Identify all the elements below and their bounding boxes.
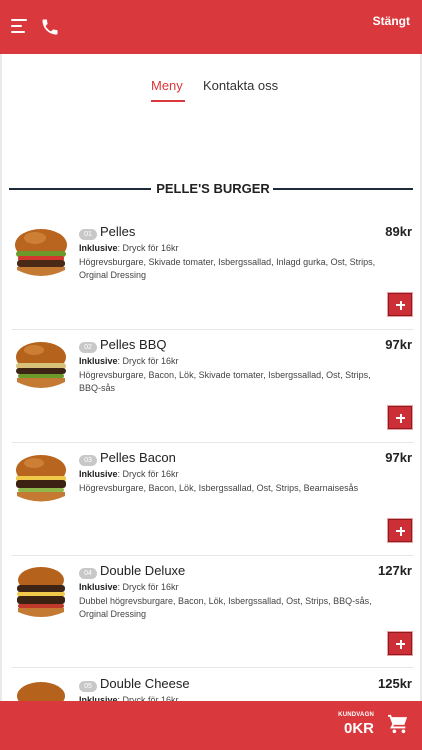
add-to-cart-button[interactable]	[388, 406, 412, 429]
item-price: 97kr	[385, 450, 412, 465]
item-name: Double Cheese	[100, 676, 190, 691]
add-to-cart-button[interactable]	[388, 293, 412, 316]
open-status: Stängt	[372, 14, 410, 28]
active-tab-indicator	[151, 100, 185, 102]
burger-image	[16, 455, 66, 502]
item-description: Högrevsburgare, Bacon, Lök, Skivade toma…	[79, 370, 371, 393]
item-number-badge: 01	[79, 229, 97, 240]
item-divider	[12, 442, 414, 443]
item-price: 97kr	[385, 337, 412, 352]
tab-kontakta-oss[interactable]: Kontakta oss	[203, 78, 278, 93]
item-number-badge: 05	[79, 681, 97, 692]
item-name: Double Deluxe	[100, 563, 186, 578]
cart-total: 0KR	[343, 720, 374, 737]
burger-image	[16, 342, 66, 388]
menu-item[interactable]: 03 Pelles Bacon 97kr Inklusive: Dryck fö…	[12, 444, 414, 557]
item-number-badge: 02	[79, 342, 97, 353]
menu-icon[interactable]	[11, 19, 27, 33]
item-inclusive: Inklusive: Dryck för 16kr	[79, 243, 179, 253]
section-title: PELLE'S BURGER	[156, 181, 270, 196]
app-frame: 01 Pelles 89kr Inklusive: Dryck för 16kr…	[0, 0, 422, 750]
menu-item[interactable]: 01 Pelles 89kr Inklusive: Dryck för 16kr…	[12, 218, 414, 331]
tab-bar: Meny Kontakta oss	[2, 78, 420, 104]
item-number-badge: 04	[79, 568, 97, 579]
cart-bar[interactable]: KUNDVAGN 0KR	[0, 701, 422, 750]
item-divider	[12, 555, 414, 556]
page-sheet: 01 Pelles 89kr Inklusive: Dryck för 16kr…	[2, 0, 420, 750]
cart-icon[interactable]	[387, 714, 409, 734]
add-to-cart-button[interactable]	[388, 519, 412, 542]
menu-item[interactable]: 04 Double Deluxe 127kr Inklusive: Dryck …	[12, 557, 414, 670]
item-description: Dubbel högrevsburgare, Bacon, Lök, Isber…	[79, 596, 372, 619]
cart-label: KUNDVAGN	[338, 712, 374, 718]
item-price: 125kr	[378, 676, 412, 691]
item-price: 89kr	[385, 224, 412, 239]
burger-image	[17, 567, 65, 617]
add-to-cart-button[interactable]	[388, 632, 412, 655]
item-name: Pelles Bacon	[100, 450, 176, 465]
item-name: Pelles BBQ	[100, 337, 167, 352]
tab-meny[interactable]: Meny	[151, 78, 183, 93]
item-price: 127kr	[378, 563, 412, 578]
item-divider	[12, 667, 414, 668]
menu-item[interactable]: 02 Pelles BBQ 97kr Inklusive: Dryck för …	[12, 331, 414, 444]
item-inclusive: Inklusive: Dryck för 16kr	[79, 469, 179, 479]
item-description: Högrevsburgare, Bacon, Lök, Isbergssalla…	[79, 483, 359, 493]
top-bar: Stängt	[0, 0, 422, 54]
item-divider	[12, 329, 414, 330]
phone-icon[interactable]	[40, 17, 60, 37]
item-inclusive: Inklusive: Dryck för 16kr	[79, 582, 179, 592]
burger-image	[15, 229, 67, 276]
item-name: Pelles	[100, 224, 136, 239]
item-description: Högrevsburgare, Skivade tomater, Isbergs…	[79, 257, 376, 280]
item-inclusive: Inklusive: Dryck för 16kr	[79, 356, 179, 366]
item-number-badge: 03	[79, 455, 97, 466]
